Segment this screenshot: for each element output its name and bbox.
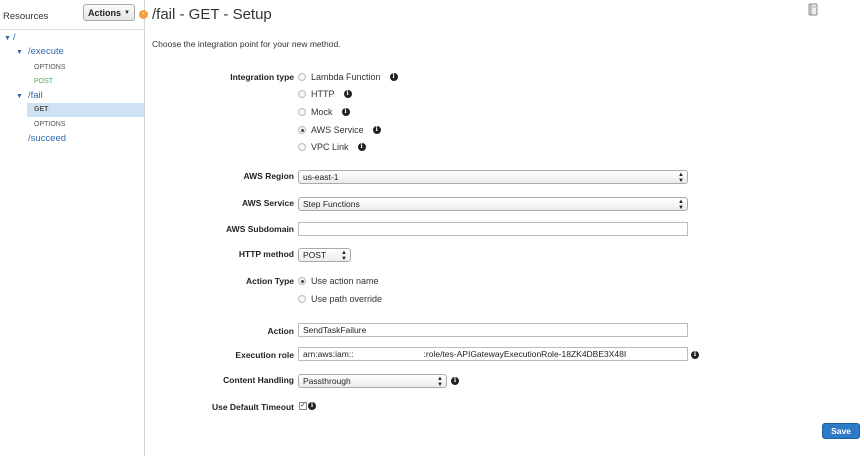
actions-label: Actions <box>88 7 122 18</box>
info-icon[interactable]: i <box>691 351 699 359</box>
action-type-label: Action Type <box>245 276 294 286</box>
radio-mock[interactable]: Mock i <box>298 106 350 118</box>
radio-vpc-link[interactable]: VPC Link i <box>298 141 366 153</box>
aws-service-select[interactable]: Step Functions ▲ ▼ <box>298 197 688 211</box>
tree-node-root[interactable]: ▼ / <box>4 31 16 45</box>
tree-node-succeed[interactable]: /succeed <box>28 132 66 146</box>
tree-method-execute-post[interactable]: POST <box>34 75 53 89</box>
aws-subdomain-input[interactable] <box>298 222 688 236</box>
resources-sidebar: Resources Actions ▼ ▼ / ▼/execute OPTIONS… <box>0 0 145 456</box>
content-handling-label: Content Handling <box>223 375 294 385</box>
default-timeout-label: Use Default Timeout <box>211 402 294 412</box>
info-icon[interactable]: i <box>341 108 350 116</box>
info-icon[interactable]: i <box>308 402 316 410</box>
aws-service-label: AWS Service <box>242 198 294 208</box>
info-icon[interactable]: i <box>389 73 398 81</box>
radio-aws-service[interactable]: AWS Service i <box>298 124 381 136</box>
tree-method-fail-get[interactable]: GET <box>34 103 48 117</box>
tree-node-fail[interactable]: ▼/fail <box>16 89 43 103</box>
radio-lambda-function[interactable]: Lambda Function i <box>298 71 398 83</box>
select-arrows-icon: ▲ ▼ <box>437 376 443 388</box>
integration-type-label: Integration type <box>230 72 294 82</box>
intro-text: Choose the integration point for your ne… <box>152 39 341 49</box>
caret-down-icon: ▼ <box>124 9 130 16</box>
content-handling-select[interactable]: Passthrough ▲ ▼ <box>298 374 447 388</box>
info-icon[interactable]: i <box>357 143 366 151</box>
tree-method-fail-options[interactable]: OPTIONS <box>34 118 66 132</box>
tree-node-execute[interactable]: ▼/execute <box>16 45 64 59</box>
radio-button[interactable] <box>298 108 306 116</box>
radio-button[interactable] <box>298 90 306 98</box>
radio-button[interactable] <box>298 143 306 151</box>
select-arrows-icon: ▲ ▼ <box>341 250 347 262</box>
radio-button[interactable] <box>298 73 306 81</box>
aws-region-label: AWS Region <box>243 171 294 181</box>
aws-region-select[interactable]: us-east-1 ▲ ▼ <box>298 170 688 184</box>
http-method-select[interactable]: POST ▲ ▼ <box>298 248 351 262</box>
actions-button[interactable]: Actions ▼ <box>83 4 135 21</box>
radio-http[interactable]: HTTP i <box>298 88 352 100</box>
select-arrows-icon: ▲ ▼ <box>678 199 684 211</box>
select-arrows-icon: ▲ ▼ <box>678 172 684 184</box>
collapse-sidebar-icon[interactable]: ‹ <box>139 10 148 19</box>
radio-use-path-override[interactable]: Use path override <box>298 293 382 305</box>
resources-header: Resources Actions ▼ <box>0 0 145 30</box>
save-button[interactable]: Save <box>822 423 860 439</box>
info-icon[interactable]: i <box>451 377 459 385</box>
info-icon[interactable]: i <box>343 90 352 98</box>
http-method-label: HTTP method <box>238 249 294 259</box>
action-label: Action <box>267 326 294 336</box>
triangle-down-icon: ▼ <box>16 93 23 100</box>
tree-method-execute-options[interactable]: OPTIONS <box>34 61 66 75</box>
triangle-down-icon: ▼ <box>4 35 11 42</box>
book-icon[interactable] <box>807 3 820 16</box>
info-icon[interactable]: i <box>372 126 381 134</box>
resources-title: Resources <box>3 11 49 22</box>
aws-subdomain-label: AWS Subdomain <box>226 224 294 234</box>
radio-button[interactable] <box>298 295 306 303</box>
page-title: /fail - GET - Setup <box>152 6 272 23</box>
triangle-down-icon: ▼ <box>16 49 23 56</box>
action-input[interactable]: SendTaskFailure <box>298 323 688 337</box>
execution-role-label: Execution role <box>235 350 294 360</box>
execution-role-input[interactable]: arn:aws:iam:::role/tes-APIGatewayExecuti… <box>298 347 688 361</box>
radio-button-checked[interactable] <box>298 126 306 134</box>
default-timeout-checkbox[interactable]: ✓ <box>299 402 307 410</box>
radio-use-action-name[interactable]: Use action name <box>298 275 379 287</box>
radio-button-checked[interactable] <box>298 277 306 285</box>
